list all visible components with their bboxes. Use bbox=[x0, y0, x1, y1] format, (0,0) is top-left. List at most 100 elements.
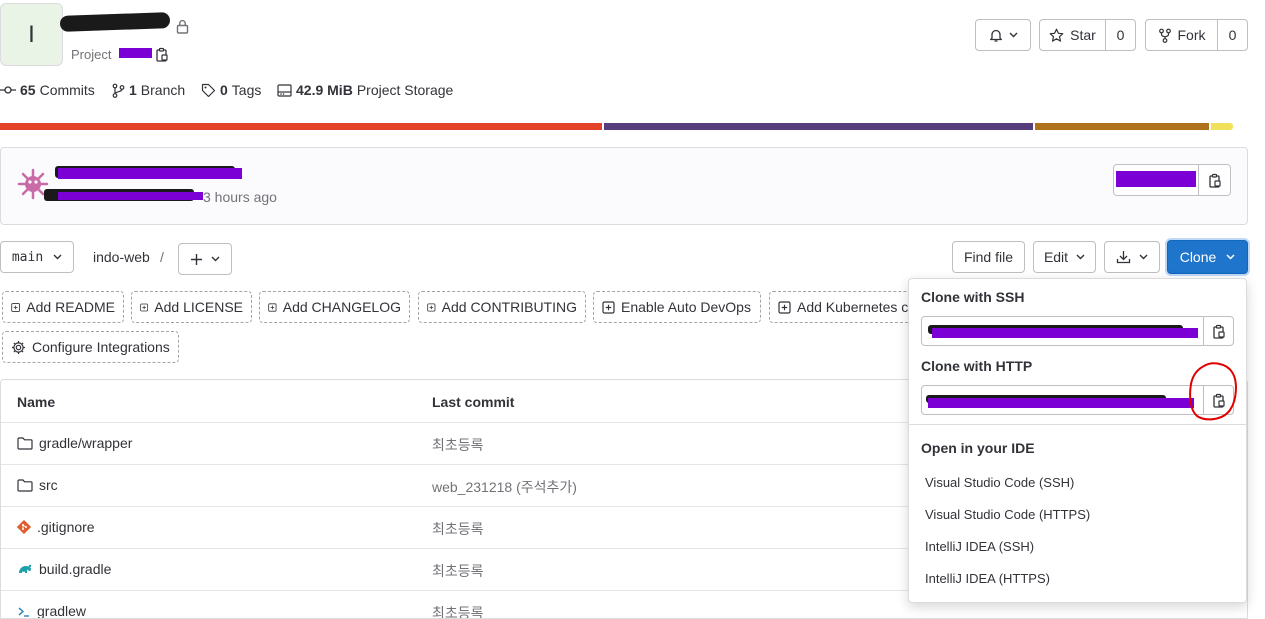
branch-count: 1 bbox=[129, 82, 137, 98]
storage-size: 42.9 MiB bbox=[296, 82, 353, 98]
branch-label: Branch bbox=[140, 82, 186, 98]
plus-square-icon bbox=[11, 302, 21, 312]
column-name-header: Name bbox=[17, 394, 56, 410]
enable-auto-devops-button[interactable]: Enable Auto DevOps bbox=[593, 291, 761, 323]
file-last-commit[interactable]: 최초등록 bbox=[432, 603, 484, 618]
copy-project-id-icon[interactable] bbox=[155, 47, 169, 65]
project-subtitle: Project bbox=[71, 47, 112, 62]
chevron-down-icon bbox=[1226, 254, 1235, 260]
add-license-button[interactable]: Add LICENSE bbox=[131, 291, 252, 323]
folder-icon bbox=[17, 436, 33, 450]
fork-icon bbox=[1158, 28, 1171, 43]
dropdown-divider bbox=[909, 424, 1246, 425]
fork-button[interactable]: Fork bbox=[1145, 19, 1218, 51]
download-button[interactable] bbox=[1104, 241, 1160, 273]
breadcrumb-project[interactable]: indo-web bbox=[93, 249, 150, 265]
commit-sha-redaction bbox=[1116, 171, 1196, 187]
file-name[interactable]: build.gradle bbox=[39, 561, 111, 577]
storage-label: Project Storage bbox=[356, 82, 454, 98]
fork-count[interactable]: 0 bbox=[1217, 19, 1248, 51]
copy-commit-sha-button[interactable] bbox=[1198, 164, 1231, 196]
open-intellij-https-item[interactable]: IntelliJ IDEA (HTTPS) bbox=[925, 571, 1050, 586]
project-name-redaction bbox=[59, 12, 171, 32]
file-name[interactable]: gradle/wrapper bbox=[39, 435, 132, 451]
notifications-button[interactable] bbox=[975, 19, 1031, 51]
storage-icon bbox=[277, 83, 292, 97]
star-count[interactable]: 0 bbox=[1105, 19, 1136, 51]
plus-square-icon bbox=[268, 302, 277, 312]
configure-integrations-button[interactable]: Configure Integrations bbox=[2, 331, 179, 363]
project-avatar[interactable]: I bbox=[0, 3, 63, 66]
open-vscode-ssh-item[interactable]: Visual Studio Code (SSH) bbox=[925, 475, 1074, 490]
project-id-redaction bbox=[119, 48, 152, 58]
tags-link[interactable]: 0 Tags bbox=[201, 82, 261, 98]
add-contributing-button[interactable]: Add CONTRIBUTING bbox=[418, 291, 586, 323]
branches-link[interactable]: 1 Branch bbox=[112, 82, 185, 98]
terminal-icon bbox=[18, 606, 29, 617]
folder-icon bbox=[17, 478, 33, 492]
gradle-icon bbox=[19, 564, 32, 573]
file-last-commit[interactable]: 최초등록 bbox=[432, 435, 484, 455]
star-button[interactable]: Star bbox=[1039, 19, 1106, 51]
find-file-button[interactable]: Find file bbox=[952, 241, 1025, 273]
last-commit-panel bbox=[0, 147, 1248, 225]
git-icon bbox=[17, 520, 31, 534]
lock-icon bbox=[176, 19, 189, 37]
file-name[interactable]: .gitignore bbox=[37, 519, 95, 535]
commit-icon bbox=[0, 86, 16, 94]
tags-count: 0 bbox=[220, 82, 228, 98]
chevron-down-icon bbox=[1076, 254, 1085, 260]
plus-square-icon bbox=[778, 300, 791, 314]
copy-icon bbox=[1212, 324, 1225, 339]
branch-selector[interactable]: main bbox=[0, 241, 74, 273]
column-last-commit-header: Last commit bbox=[432, 394, 515, 410]
clone-http-title: Clone with HTTP bbox=[921, 358, 1033, 374]
file-last-commit[interactable]: 최초등록 bbox=[432, 519, 484, 539]
commit-author-redaction bbox=[58, 192, 203, 200]
clone-http-url-field[interactable] bbox=[921, 385, 1204, 415]
commit-sha-box[interactable] bbox=[1113, 164, 1199, 196]
add-kubernetes-button[interactable]: Add Kubernetes c bbox=[769, 291, 919, 323]
commits-label: Commits bbox=[39, 82, 95, 98]
copy-ssh-url-button[interactable] bbox=[1203, 316, 1234, 346]
annotation-circle bbox=[1189, 362, 1237, 421]
add-readme-button[interactable]: Add README bbox=[2, 291, 124, 323]
file-name[interactable]: src bbox=[39, 477, 58, 493]
storage-info: 42.9 MiB Project Storage bbox=[277, 82, 453, 98]
chevron-down-icon bbox=[1139, 254, 1148, 260]
plus-square-icon bbox=[427, 302, 436, 312]
file-last-commit[interactable]: 최초등록 bbox=[432, 561, 484, 581]
language-segment[interactable] bbox=[0, 123, 603, 130]
commit-message-redaction bbox=[58, 168, 242, 179]
chevron-down-icon bbox=[53, 254, 62, 260]
copy-icon bbox=[1208, 173, 1221, 188]
plus-icon bbox=[191, 253, 202, 265]
file-name[interactable]: gradlew bbox=[37, 603, 86, 618]
project-avatar-letter: I bbox=[28, 20, 35, 48]
star-icon bbox=[1049, 28, 1064, 42]
fork-label: Fork bbox=[1177, 27, 1206, 43]
tag-icon bbox=[201, 83, 216, 97]
commits-count: 65 bbox=[20, 82, 36, 98]
language-segment[interactable] bbox=[1210, 123, 1234, 130]
open-intellij-ssh-item[interactable]: IntelliJ IDEA (SSH) bbox=[925, 539, 1034, 554]
open-vscode-https-item[interactable]: Visual Studio Code (HTTPS) bbox=[925, 507, 1090, 522]
bell-icon bbox=[989, 29, 1002, 42]
tags-label: Tags bbox=[231, 82, 262, 98]
file-last-commit[interactable]: web_231218 (주석추가) bbox=[432, 477, 577, 497]
plus-square-icon bbox=[140, 303, 149, 311]
clone-ssh-title: Clone with SSH bbox=[921, 289, 1025, 305]
clone-ssh-url-field[interactable] bbox=[921, 316, 1204, 346]
commits-link[interactable]: 65 Commits bbox=[0, 82, 95, 98]
add-to-tree-button[interactable] bbox=[178, 243, 232, 275]
edit-button[interactable]: Edit bbox=[1033, 241, 1096, 273]
clone-button[interactable]: Clone bbox=[1167, 240, 1248, 274]
settings-icon bbox=[12, 340, 25, 354]
language-segment[interactable] bbox=[604, 123, 1033, 130]
open-in-ide-title: Open in your IDE bbox=[921, 440, 1035, 456]
repository-languages-bar bbox=[0, 123, 1248, 130]
language-segment[interactable] bbox=[1034, 123, 1209, 130]
breadcrumb-separator: / bbox=[160, 249, 164, 265]
add-changelog-button[interactable]: Add CHANGELOG bbox=[259, 291, 410, 323]
branch-icon bbox=[112, 83, 125, 98]
